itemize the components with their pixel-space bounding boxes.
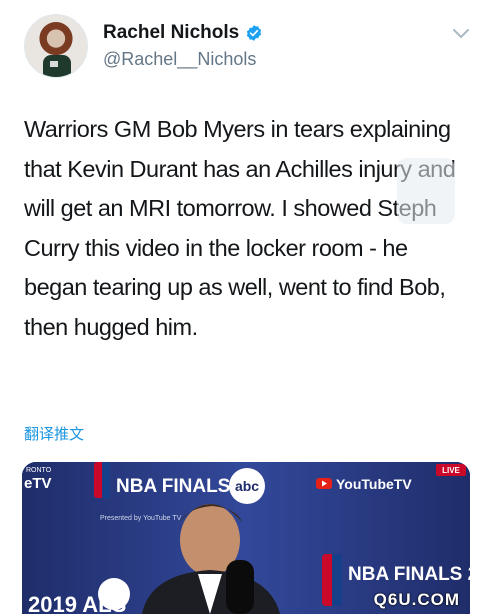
tweet-media-video[interactable]: RONTO eTV NBA FINALS Presented by YouTub… xyxy=(22,462,470,614)
verified-badge-icon xyxy=(247,25,262,41)
live-badge-text: LIVE xyxy=(442,466,460,475)
youtube-tv-label: YouTubeTV xyxy=(336,476,412,492)
nba-logo-icon-half xyxy=(102,462,110,498)
sponsor-line: Presented by YouTube TV xyxy=(100,515,182,522)
chevron-down-icon[interactable] xyxy=(452,28,470,40)
nba-logo-large-icon-half xyxy=(332,554,342,606)
avatar[interactable] xyxy=(24,14,88,78)
watermark: Q6U.COM xyxy=(373,590,460,609)
microphone-icon xyxy=(226,560,254,614)
corner-tv-text: eTV xyxy=(24,475,52,492)
nba-finals-label: NBA FINALS 2019 xyxy=(348,564,470,585)
avatar-shirt-detail xyxy=(50,61,58,67)
corner-tag: RONTO xyxy=(26,467,52,474)
overlay-shade xyxy=(397,158,455,224)
tweet-text: Warriors GM Bob Myers in tears explainin… xyxy=(24,116,456,340)
display-name[interactable]: Rachel Nichols xyxy=(103,22,239,44)
network-logo-text: abc xyxy=(235,478,259,494)
tweet-header: Rachel Nichols @Rachel__Nichols xyxy=(22,14,472,84)
user-handle[interactable]: @Rachel__Nichols xyxy=(103,49,256,70)
name-row: Rachel Nichols xyxy=(103,22,263,44)
translate-tweet-link[interactable]: 翻译推文 xyxy=(24,423,84,444)
finals-brand: NBA FINALS xyxy=(116,476,230,497)
abc-logo-small-icon xyxy=(98,578,130,610)
